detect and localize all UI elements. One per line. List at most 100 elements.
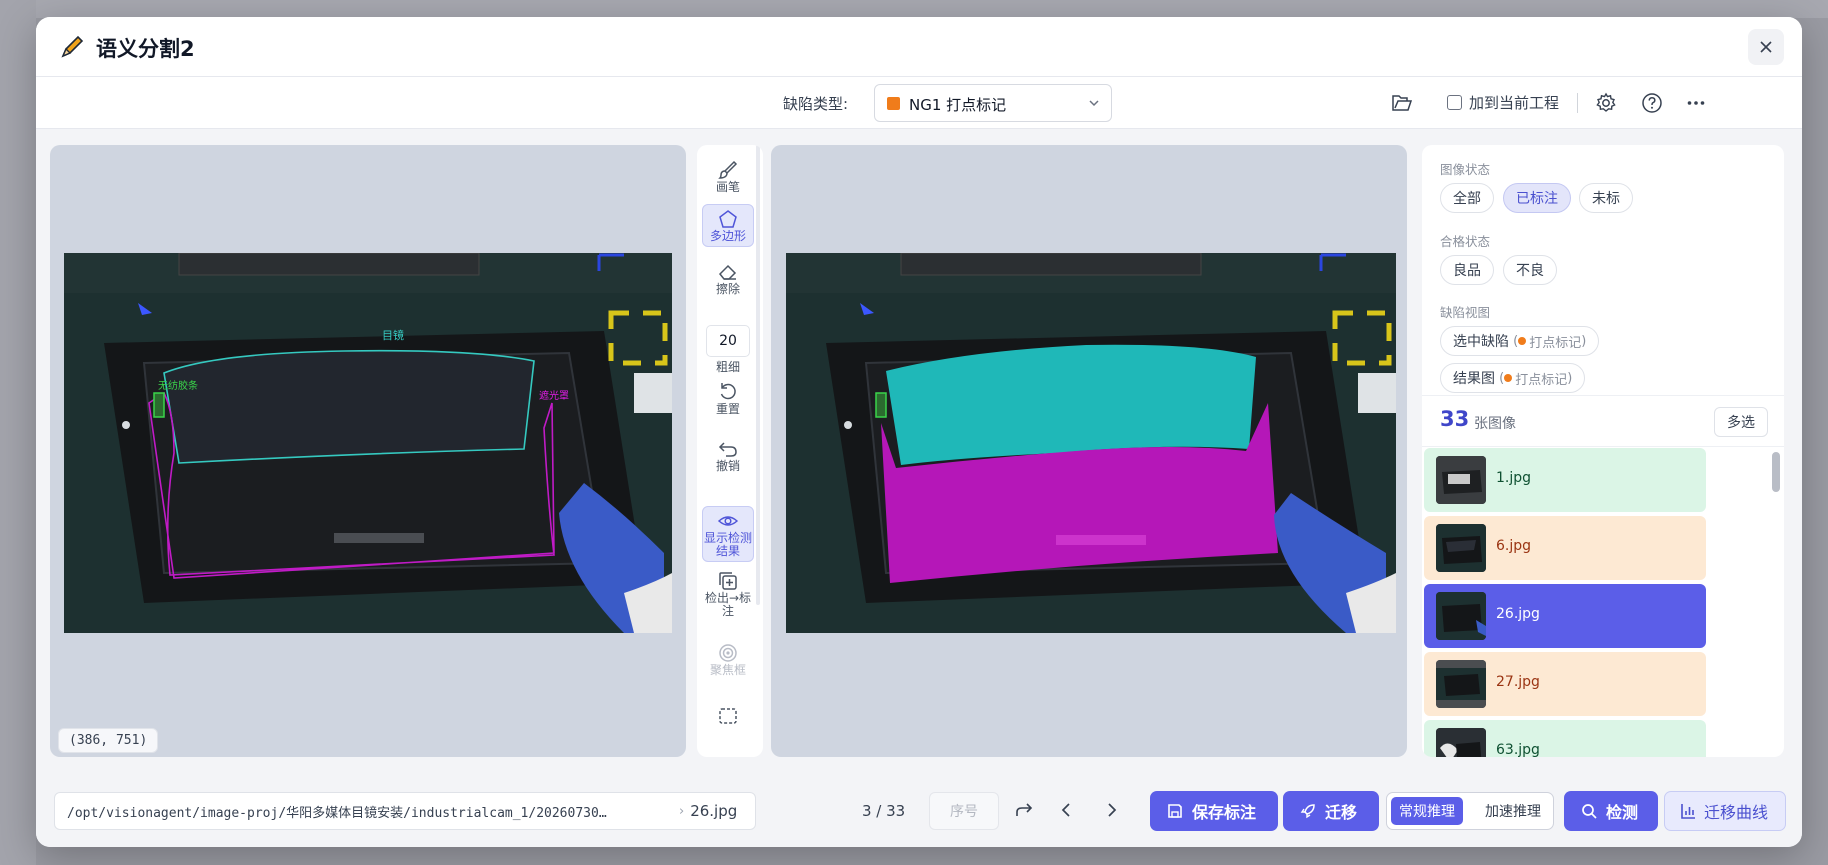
selected-defect-tag: 打点标记 [1529, 335, 1582, 351]
reset-button[interactable]: 重置 [702, 381, 754, 416]
image-status-title: 图像状态 [1440, 162, 1491, 177]
modal-header: 语义分割2 [36, 17, 1802, 77]
detect-to-label-label: 检出→标注 [704, 591, 752, 618]
cluster-box-button[interactable]: 聚焦框 [702, 642, 754, 677]
next-image-button[interactable] [1096, 795, 1126, 825]
defect-type-value: NG1 打点标记 [909, 96, 1007, 114]
modal-title: 语义分割2 [96, 37, 195, 61]
settings-button[interactable] [1592, 89, 1620, 117]
polygon-tool-button[interactable]: 多边形 [702, 204, 754, 247]
close-button[interactable] [1748, 29, 1784, 65]
defect-type-label: 缺陷类型: [783, 95, 849, 113]
file-name: 26.jpg [1496, 606, 1540, 622]
result-image-chip[interactable]: 结果图 (打点标记) [1440, 363, 1586, 393]
tool-column: 画笔 多边形 擦除 20 粗细 重置 撤销 显示检测结果 检出→标注 聚焦框 [697, 145, 763, 757]
file-list-scroll-thumb[interactable] [1772, 452, 1780, 492]
file-list-item[interactable]: 1.jpg [1424, 448, 1706, 512]
target-icon [719, 644, 737, 662]
filter-unlabeled-chip[interactable]: 未标 [1579, 183, 1633, 213]
file-thumbnail [1436, 524, 1486, 572]
defect-type-select[interactable]: NG1 打点标记 [874, 84, 1112, 122]
thickness-input[interactable]: 20 [706, 325, 750, 357]
defect-view-title: 缺陷视图 [1440, 305, 1491, 320]
thickness-label: 粗细 [715, 360, 740, 374]
quality-status-title: 合格状态 [1440, 234, 1491, 249]
file-name: 1.jpg [1496, 470, 1532, 486]
brush-tool-button[interactable]: 画笔 [702, 159, 754, 194]
more-button[interactable] [1682, 89, 1710, 117]
path-separator-icon: › [679, 803, 685, 819]
annotation-image-view[interactable]: 目镜 无纺胶条 遮光罩 [64, 253, 672, 633]
close-icon [1760, 41, 1772, 53]
bar-chart-icon [1681, 804, 1695, 819]
eraser-icon [718, 264, 737, 280]
show-results-toggle[interactable]: 显示检测结果 [702, 506, 754, 562]
tool-scrollbar[interactable] [756, 145, 760, 605]
bottom-action-bar: /opt/visionagent/image-proj/华阳多媒体目镜安装/in… [36, 781, 1802, 847]
add-to-project-checkbox[interactable] [1447, 95, 1462, 110]
cluster-box-label: 聚焦框 [709, 663, 746, 677]
annotation-toolbar: 缺陷类型: NG1 打点标记 加到当前工程 [36, 77, 1802, 129]
annotation-label-left: 无纺胶条 [158, 379, 198, 392]
current-file-name: 26.jpg [690, 802, 738, 820]
file-name: 63.jpg [1496, 742, 1540, 757]
filter-all-chip[interactable]: 全部 [1440, 183, 1494, 213]
file-thumbnail [1436, 728, 1486, 757]
annotation-modal: 语义分割2 缺陷类型: NG1 打点标记 加到当前工程 目镜 无纺胶条 遮光罩 … [36, 17, 1802, 847]
image-count: 33 [1440, 407, 1470, 431]
segmentation-result-view [786, 253, 1396, 633]
migration-curve-label: 迁移曲线 [1704, 803, 1769, 822]
multi-select-button[interactable]: 多选 [1714, 407, 1768, 437]
detect-to-label-button[interactable]: 检出→标注 [702, 570, 754, 618]
inference-mode-toggle[interactable]: 常规推理 加速推理 [1386, 792, 1554, 830]
detect-button[interactable]: 检测 [1564, 791, 1658, 831]
add-to-project-label: 加到当前工程 [1469, 94, 1560, 112]
filter-good-chip[interactable]: 良品 [1440, 255, 1494, 285]
add-to-project-toggle[interactable]: 加到当前工程 [1447, 92, 1559, 113]
chevron-right-icon [1108, 803, 1117, 817]
file-list-item[interactable]: 27.jpg [1424, 652, 1706, 716]
selected-defect-chip[interactable]: 选中缺陷 (打点标记) [1440, 326, 1600, 356]
previous-image-button[interactable] [1052, 795, 1082, 825]
jump-button[interactable] [1009, 795, 1039, 825]
migration-curve-button[interactable]: 迁移曲线 [1664, 791, 1786, 831]
detect-label: 检测 [1606, 803, 1639, 822]
crop-box-button[interactable] [702, 705, 754, 727]
file-list-item[interactable]: 6.jpg [1424, 516, 1706, 580]
more-icon [1687, 101, 1705, 105]
defect-dot-icon [1518, 337, 1527, 345]
fast-inference-option[interactable]: 加速推理 [1477, 797, 1549, 825]
filter-bad-chip[interactable]: 不良 [1503, 255, 1557, 285]
migrate-label: 迁移 [1325, 803, 1358, 822]
file-list-item[interactable]: 26.jpg [1424, 584, 1706, 648]
erase-tool-button[interactable]: 擦除 [702, 261, 754, 296]
annotation-label-right: 遮光罩 [539, 389, 569, 402]
sequence-input[interactable]: 序号 [929, 792, 999, 830]
selected-defect-label: 选中缺陷 [1453, 334, 1509, 350]
polygon-tool-label: 多边形 [709, 229, 746, 243]
image-side-panel: 图像状态 全部 已标注 未标 合格状态 良品 不良 缺陷视图 选中缺陷 (打点标… [1422, 145, 1784, 757]
filter-labeled-chip[interactable]: 已标注 [1503, 183, 1571, 213]
file-path: /opt/visionagent/image-proj/华阳多媒体目镜安装/in… [67, 805, 607, 821]
file-list-item[interactable]: 63.jpg [1424, 720, 1706, 757]
chevron-down-icon [1089, 100, 1099, 107]
normal-inference-option[interactable]: 常规推理 [1391, 797, 1463, 825]
result-image-tag: 打点标记 [1515, 372, 1568, 388]
reset-label: 重置 [715, 402, 740, 416]
rocket-icon [1300, 804, 1315, 819]
annotation-canvas-panel[interactable]: 目镜 无纺胶条 遮光罩 (386, 751) [50, 145, 686, 757]
help-button[interactable] [1638, 89, 1666, 117]
save-annotation-button[interactable]: 保存标注 [1150, 791, 1278, 831]
reset-icon [720, 383, 736, 400]
undo-button[interactable]: 撤销 [702, 438, 754, 473]
image-file-list: 1.jpg 6.jpg 26.jpg 27.jpg 63.jpg [1422, 448, 1784, 757]
open-folder-button[interactable] [1388, 89, 1416, 117]
save-icon [1168, 804, 1182, 818]
file-list-scrollbar[interactable] [1772, 448, 1780, 757]
brush-icon [718, 160, 738, 179]
cursor-coordinate-readout: (386, 751) [58, 728, 159, 753]
eye-icon [717, 516, 739, 526]
file-thumbnail [1436, 456, 1486, 504]
migrate-button[interactable]: 迁移 [1283, 791, 1379, 831]
folder-icon [1392, 95, 1413, 111]
